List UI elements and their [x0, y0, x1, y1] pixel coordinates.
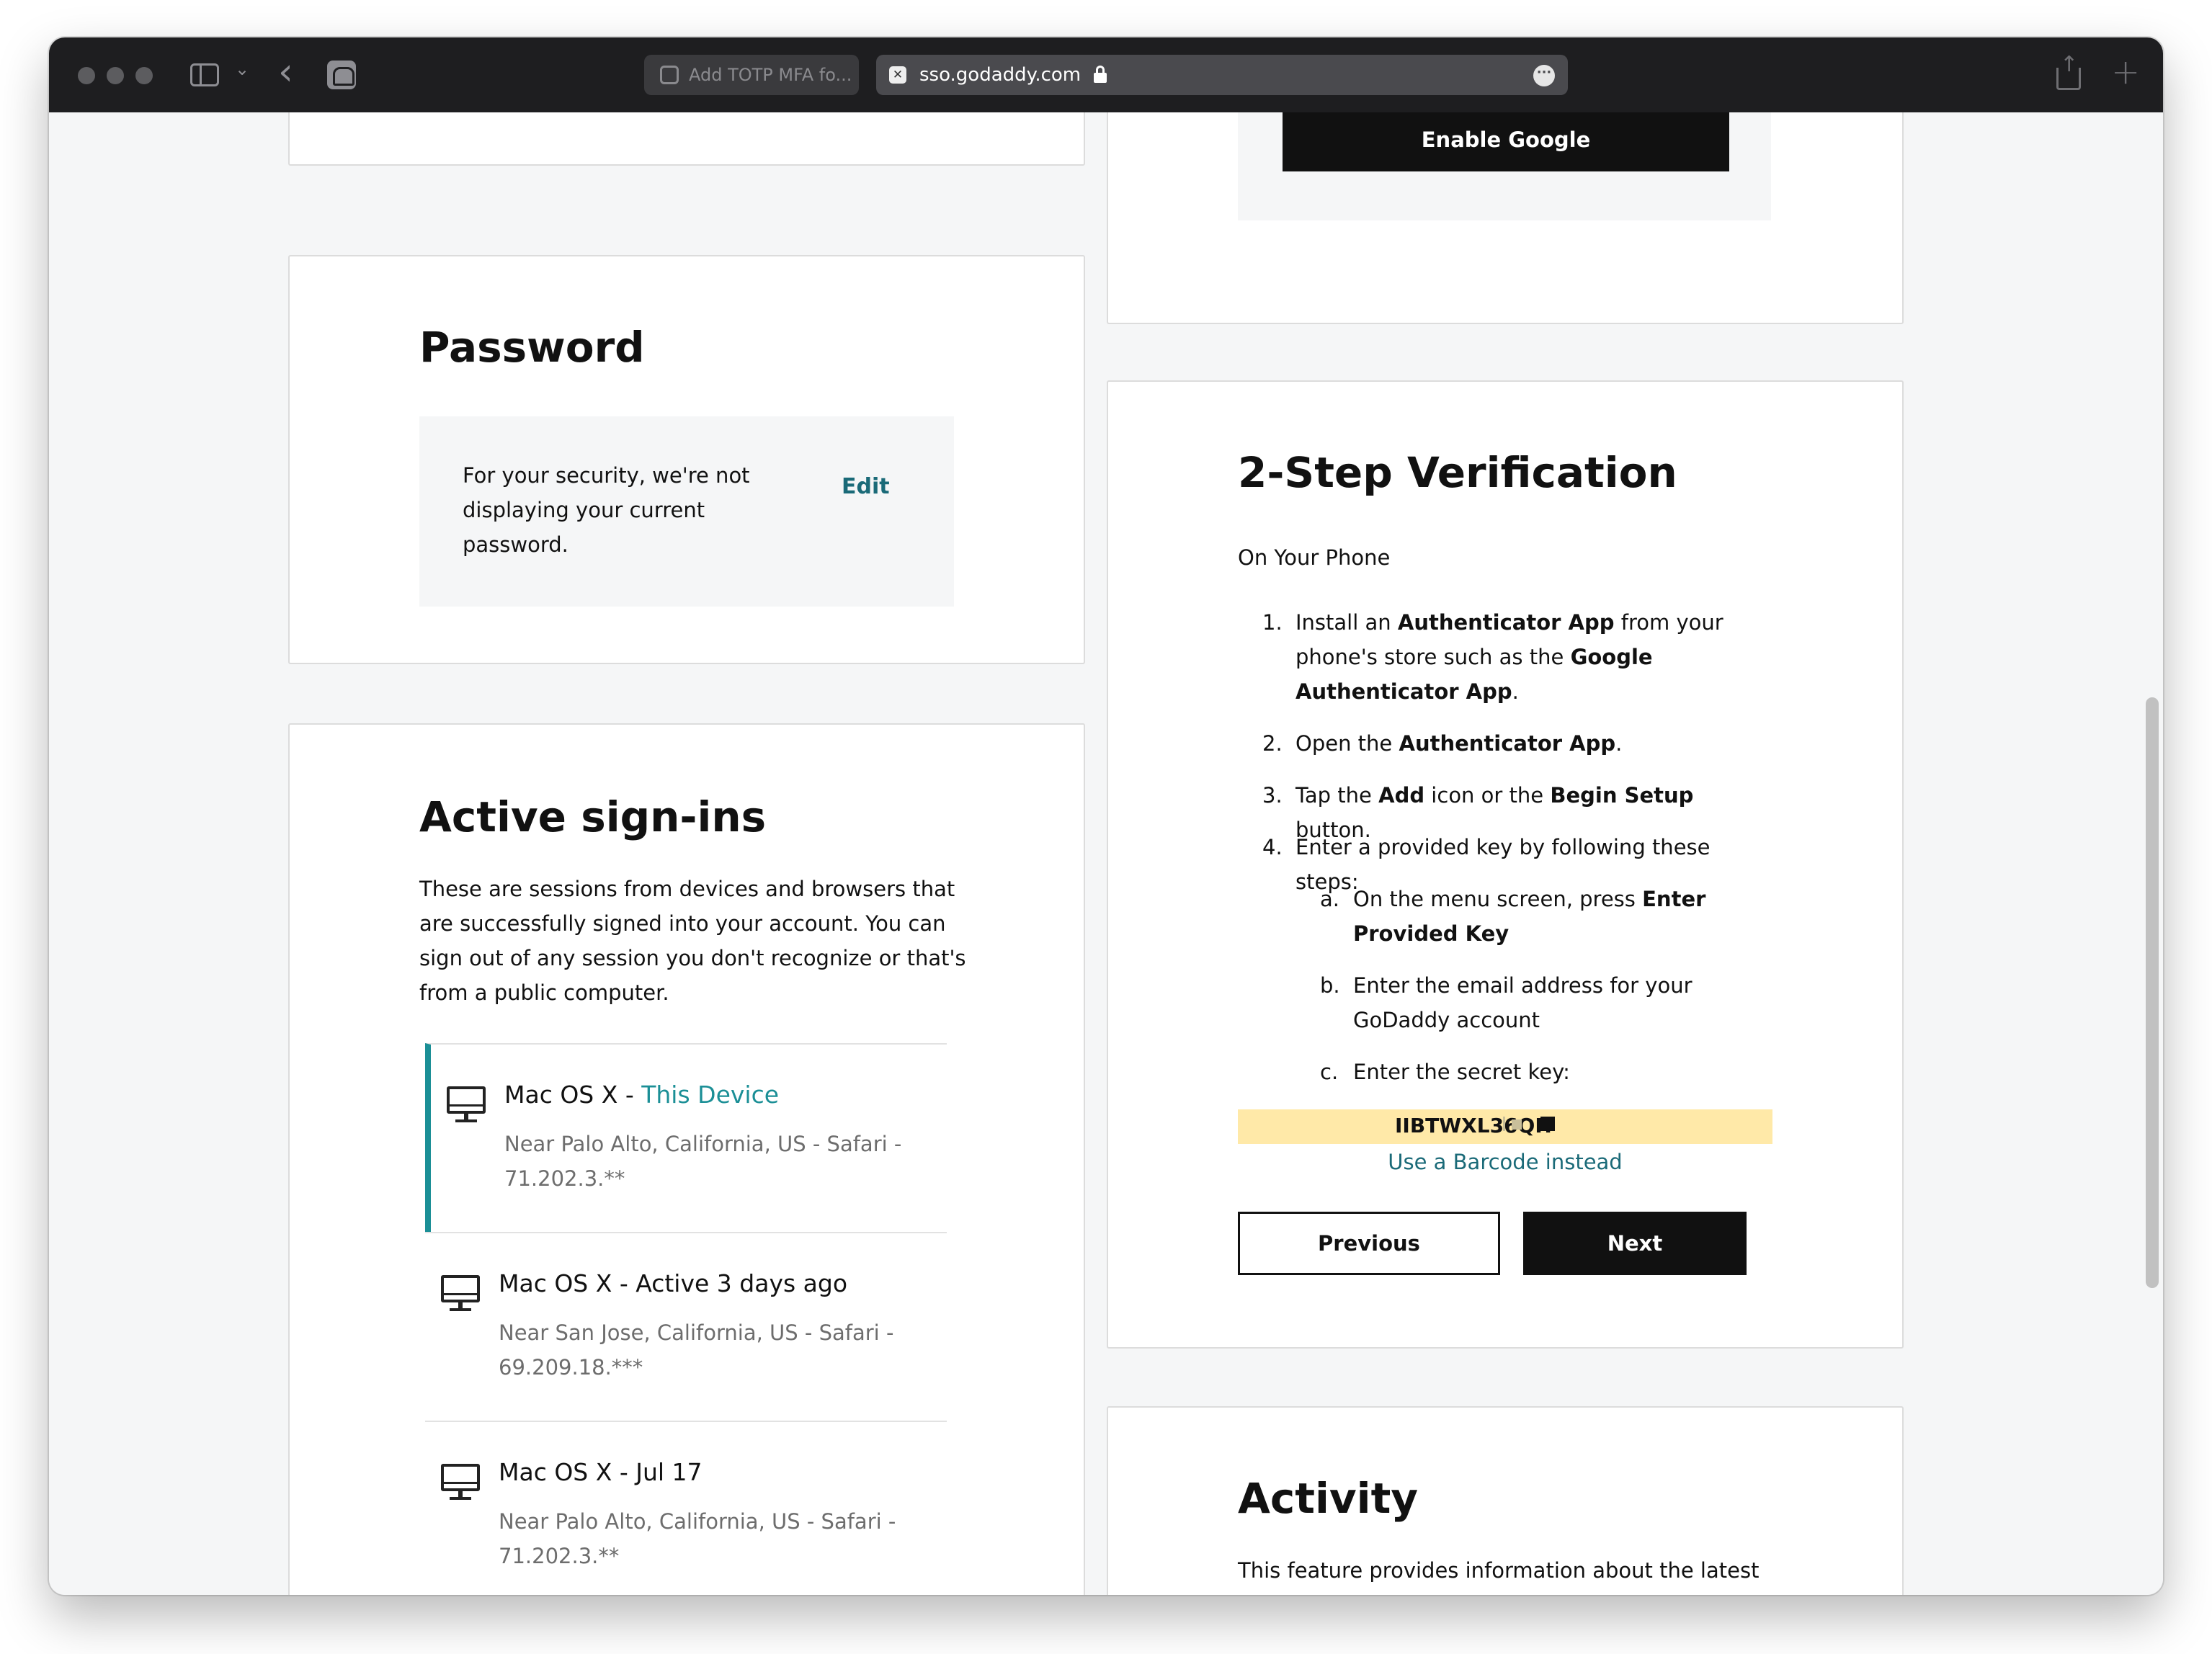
step-number: a.: [1320, 887, 1339, 911]
password-info-box: For your security, we're not displaying …: [419, 416, 954, 607]
redaction-mark: [1512, 1119, 1522, 1130]
previous-button[interactable]: Previous: [1238, 1212, 1500, 1275]
tab-active-address-bar[interactable]: ✕ sso.godaddy.com ···: [876, 55, 1568, 95]
lock-icon: [1094, 66, 1107, 83]
password-title: Password: [419, 323, 645, 372]
secret-key[interactable]: IIBTWXL36QH: [1395, 1114, 1552, 1137]
active-signins-card: Active sign-ins These are sessions from …: [288, 723, 1085, 1595]
google-card: Enable Google: [1107, 112, 1904, 324]
session-meta: Near Palo Alto, California, US - Safari …: [499, 1509, 896, 1568]
site-favicon-icon: ✕: [889, 66, 906, 84]
secret-key-bar: IIBTWXL36QH: [1238, 1109, 1772, 1144]
edit-password-link[interactable]: Edit: [842, 474, 890, 499]
back-arrow-icon[interactable]: ‹: [278, 50, 293, 94]
password-message: For your security, we're not displaying …: [463, 463, 750, 557]
tab-group-icon[interactable]: [327, 61, 356, 89]
session-title: Mac OS X - This Device: [504, 1081, 779, 1109]
next-button[interactable]: Next: [1523, 1212, 1747, 1275]
activity-description: This feature provides information about …: [1238, 1558, 1760, 1595]
redaction-mark: [1540, 1117, 1555, 1131]
step-number: b.: [1320, 973, 1340, 998]
session-meta: Near Palo Alto, California, US - Safari …: [504, 1132, 902, 1191]
desktop-computer-icon: [447, 1086, 486, 1122]
step-number: 4.: [1262, 835, 1283, 859]
session-device: Mac OS X - Jul 17: [499, 1458, 703, 1486]
password-card: Password For your security, we're not di…: [288, 255, 1085, 664]
session-row-current[interactable]: Mac OS X - This Device Near Palo Alto, C…: [425, 1043, 947, 1232]
step-text: Open the Authenticator App.: [1295, 731, 1623, 756]
active-signins-description: These are sessions from devices and brow…: [419, 877, 966, 1005]
use-barcode-link[interactable]: Use a Barcode instead: [1238, 1150, 1772, 1174]
close-window-button[interactable]: [78, 67, 95, 84]
two-step-subtitle: On Your Phone: [1238, 545, 1391, 570]
session-device: Mac OS X - Active 3 days ago: [499, 1269, 848, 1297]
chevron-down-icon[interactable]: ⌄: [235, 59, 249, 79]
share-icon[interactable]: [2056, 52, 2081, 90]
enable-google-button[interactable]: Enable Google: [1283, 112, 1729, 171]
sidebar-toggle-icon[interactable]: [190, 63, 219, 86]
tab-favicon-icon: [660, 66, 679, 84]
browser-toolbar: ⌄ ‹ Add TOTP MFA fo... ✕ sso.godaddy.com…: [49, 37, 2163, 112]
session-row[interactable]: Mac OS X - Jul 17 Near Palo Alto, Califo…: [425, 1421, 947, 1595]
session-device: Mac OS X -: [504, 1081, 642, 1109]
desktop-computer-icon: [441, 1464, 480, 1500]
activity-card: Activity This feature provides informati…: [1107, 1406, 1904, 1595]
session-this-device-label: This Device: [641, 1081, 780, 1109]
minimize-window-button[interactable]: [107, 67, 124, 84]
step-text: On the menu screen, press Enter Provided…: [1353, 887, 1706, 946]
step-number: 1.: [1262, 610, 1283, 635]
activity-title: Activity: [1238, 1474, 1419, 1523]
step-text: Enter the email address for your GoDaddy…: [1353, 973, 1693, 1032]
active-signins-title: Active sign-ins: [419, 792, 767, 841]
google-button-area: Enable Google: [1238, 112, 1771, 220]
page-content: Password For your security, we're not di…: [49, 112, 2163, 1595]
two-step-title: 2-Step Verification: [1238, 448, 1677, 497]
tab-inactive-title: Add TOTP MFA fo...: [689, 65, 852, 85]
session-meta: Near San Jose, California, US - Safari -…: [499, 1320, 894, 1380]
page-scrollbar[interactable]: [2146, 697, 2159, 1288]
step-text: Install an Authenticator App from your p…: [1295, 610, 1723, 704]
zoom-window-button[interactable]: [135, 67, 153, 84]
redaction-mark: [1503, 1117, 1505, 1131]
address-url[interactable]: sso.godaddy.com: [919, 64, 1081, 86]
step-text: Enter the secret key:: [1353, 1060, 1570, 1084]
browser-window: ⌄ ‹ Add TOTP MFA fo... ✕ sso.godaddy.com…: [49, 37, 2163, 1595]
more-options-icon[interactable]: ···: [1533, 65, 1555, 86]
step-number: 2.: [1262, 731, 1283, 756]
step-number: c.: [1320, 1060, 1339, 1084]
session-row[interactable]: Mac OS X - Active 3 days ago Near San Jo…: [425, 1232, 947, 1421]
new-tab-icon[interactable]: +: [2111, 52, 2140, 92]
tab-inactive[interactable]: Add TOTP MFA fo...: [644, 55, 859, 95]
desktop-computer-icon: [441, 1275, 480, 1311]
card-previous: [288, 112, 1085, 166]
two-step-card: 2-Step Verification On Your Phone 1. Ins…: [1107, 380, 1904, 1349]
step-number: 3.: [1262, 783, 1283, 808]
